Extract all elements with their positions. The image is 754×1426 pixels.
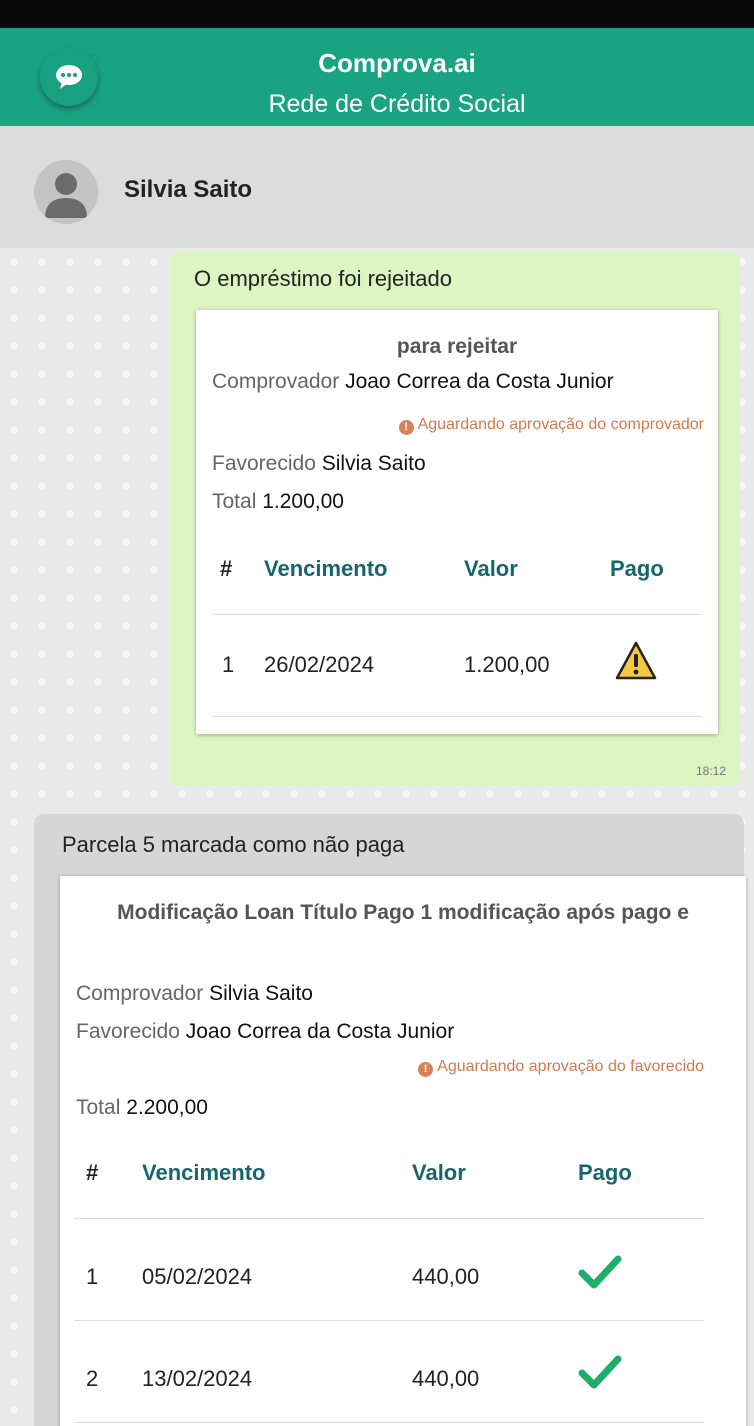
status-bar	[0, 0, 754, 28]
column-header-paid[interactable]: Pago	[610, 556, 664, 582]
check-icon[interactable]	[578, 1354, 622, 1390]
status-badge: ! Aguardando aprovação do favorecido	[418, 1058, 704, 1077]
row-due-date: 26/02/2024	[264, 652, 375, 677]
app-subtitle: Rede de Crédito Social	[268, 90, 526, 118]
favorecido-row: Favorecido Silvia Saito	[212, 452, 426, 476]
favorecido-label: Favorecido	[76, 1020, 180, 1043]
total-row: Total 1.200,00	[212, 490, 344, 514]
message-title: Parcela 5 marcada como não paga	[62, 832, 405, 857]
check-icon[interactable]	[578, 1254, 622, 1290]
favorecido-row: Favorecido Joao Correa da Costa Junior	[76, 1020, 454, 1044]
status-text: Aguardando aprovação do comprovador	[417, 416, 704, 433]
row-due-date: 13/02/2024	[142, 1366, 253, 1391]
app-header: Comprova.ai Rede de Crédito Social	[0, 28, 754, 126]
table-divider	[74, 1218, 704, 1219]
loan-card[interactable]: Modificação Loan Título Pago 1 modificaç…	[60, 876, 746, 1426]
message-bubble-sent[interactable]: O empréstimo foi rejeitado para rejeitar…	[170, 252, 740, 786]
column-header-due[interactable]: Vencimento	[264, 556, 387, 582]
total-value: 2.200,00	[126, 1096, 208, 1119]
message-time: 18:12	[695, 764, 726, 778]
comprovador-row: Comprovador Silvia Saito	[76, 982, 313, 1006]
message-title: O empréstimo foi rejeitado	[194, 266, 452, 291]
row-number: 1	[86, 1264, 99, 1289]
column-header-value[interactable]: Valor	[464, 556, 518, 582]
row-number: 2	[86, 1366, 99, 1391]
message-bubble-received[interactable]: Parcela 5 marcada como não paga Modifica…	[34, 814, 746, 1426]
favorecido-value: Joao Correa da Costa Junior	[185, 1020, 455, 1043]
comprovador-label: Comprovador	[76, 982, 204, 1005]
favorecido-label: Favorecido	[212, 452, 316, 475]
warning-icon[interactable]	[614, 640, 658, 682]
chat-area[interactable]: O empréstimo foi rejeitado para rejeitar…	[0, 248, 754, 1426]
person-icon	[45, 173, 87, 218]
comprovador-value: Joao Correa da Costa Junior	[345, 370, 614, 393]
table-divider	[212, 716, 702, 717]
comprovador-label: Comprovador	[212, 370, 340, 393]
column-header-number: #	[86, 1160, 99, 1185]
favorecido-value: Silvia Saito	[321, 452, 426, 475]
contact-name: Silvia Saito	[124, 176, 253, 203]
total-row: Total 2.200,00	[76, 1096, 208, 1120]
row-value: 440,00	[412, 1366, 480, 1391]
row-value: 1.200,00	[464, 652, 550, 677]
status-badge: ! Aguardando aprovação do comprovador	[398, 416, 704, 435]
loan-heading: Modificação Loan Título Pago 1 modificaç…	[117, 901, 689, 924]
loan-card[interactable]: para rejeitar Comprovador Joao Correa da…	[196, 310, 718, 734]
alert-icon: !	[418, 1062, 434, 1077]
avatar[interactable]	[34, 160, 98, 224]
alert-icon: !	[398, 420, 414, 435]
row-due-date: 05/02/2024	[142, 1264, 253, 1289]
row-value: 440,00	[412, 1264, 480, 1289]
contact-bar[interactable]: Silvia Saito	[0, 126, 754, 248]
column-header-value[interactable]: Valor	[412, 1160, 466, 1186]
comprovador-row: Comprovador Joao Correa da Costa Junior	[212, 370, 614, 394]
row-number: 1	[222, 652, 235, 677]
column-header-paid[interactable]: Pago	[578, 1160, 632, 1186]
app-title: Comprova.ai	[318, 48, 476, 78]
table-divider	[74, 1422, 704, 1423]
loan-heading: para rejeitar	[396, 335, 518, 358]
comprovador-value: Silvia Saito	[209, 982, 313, 1005]
column-header-due[interactable]: Vencimento	[142, 1160, 265, 1186]
total-label: Total	[76, 1096, 121, 1119]
column-header-number: #	[220, 556, 233, 581]
table-divider	[74, 1320, 704, 1321]
total-value: 1.200,00	[262, 490, 344, 513]
total-label: Total	[212, 490, 257, 513]
table-divider	[212, 614, 702, 615]
status-text: Aguardando aprovação do favorecido	[437, 1058, 704, 1075]
